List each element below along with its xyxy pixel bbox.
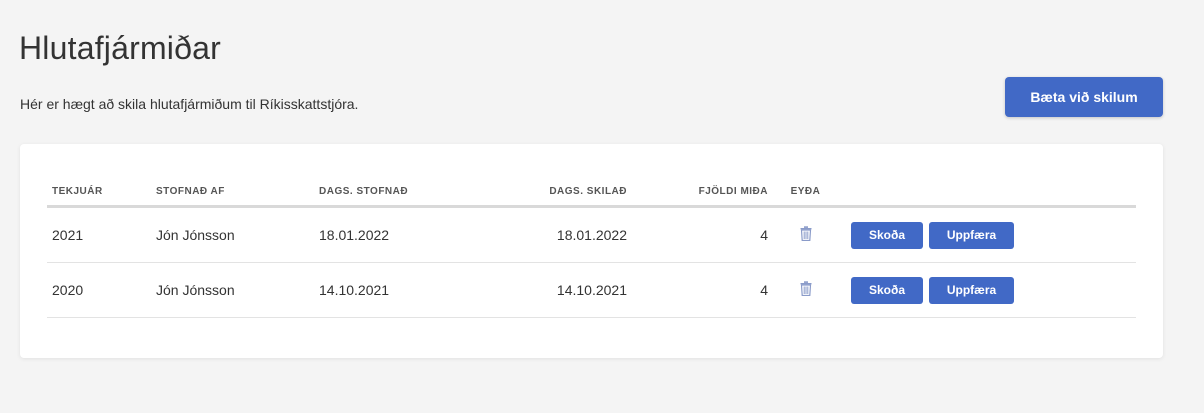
update-button[interactable]: Uppfæra [929,276,1014,304]
cell-count: 4 [632,262,773,318]
table-header-row: TEKJUÁR STOFNAÐ AF DAGS. STOFNAÐ DAGS. S… [47,178,1136,208]
add-filing-button[interactable]: Bæta við skilum [1005,77,1163,117]
column-header-year: TEKJUÁR [47,178,151,208]
cell-actions: Skoða Uppfæra [838,206,1136,263]
cell-year: 2021 [47,206,151,263]
column-header-date-created: DAGS. STOFNAÐ [314,178,471,208]
cell-date-filed: 14.10.2021 [471,262,632,318]
cell-date-created: 18.01.2022 [314,206,471,263]
cell-date-created: 14.10.2021 [314,262,471,318]
column-header-count: FJÖLDI MIÐA [632,178,773,208]
table-row: 2020 Jón Jónsson 14.10.2021 14.10.2021 4 [47,262,1136,318]
column-header-date-filed: DAGS. SKILAÐ [471,178,632,208]
cell-created-by: Jón Jónsson [151,206,314,263]
view-button[interactable]: Skoða [851,276,923,304]
trash-icon[interactable] [800,281,812,299]
table-row: 2021 Jón Jónsson 18.01.2022 18.01.2022 4 [47,206,1136,263]
cell-delete [773,262,838,318]
column-header-actions [838,178,1136,208]
page-title: Hlutafjármiðar [19,30,221,66]
cell-date-filed: 18.01.2022 [471,206,632,263]
table-header: TEKJUÁR STOFNAÐ AF DAGS. STOFNAÐ DAGS. S… [47,178,1136,208]
view-button[interactable]: Skoða [851,221,923,249]
filings-card: TEKJUÁR STOFNAÐ AF DAGS. STOFNAÐ DAGS. S… [20,144,1163,358]
column-header-created-by: STOFNAÐ AF [151,178,314,208]
table-body: 2021 Jón Jónsson 18.01.2022 18.01.2022 4 [47,206,1136,318]
page-description: Hér er hægt að skila hlutafjármiðum til … [20,96,359,112]
page: Hlutafjármiðar Hér er hægt að skila hlut… [0,0,1204,413]
cell-count: 4 [632,206,773,263]
update-button[interactable]: Uppfæra [929,221,1014,249]
filings-table: TEKJUÁR STOFNAÐ AF DAGS. STOFNAÐ DAGS. S… [47,178,1136,318]
cell-year: 2020 [47,262,151,318]
cell-actions: Skoða Uppfæra [838,262,1136,318]
trash-icon[interactable] [800,226,812,244]
column-header-delete: EYÐA [773,178,838,208]
cell-created-by: Jón Jónsson [151,262,314,318]
cell-delete [773,206,838,263]
